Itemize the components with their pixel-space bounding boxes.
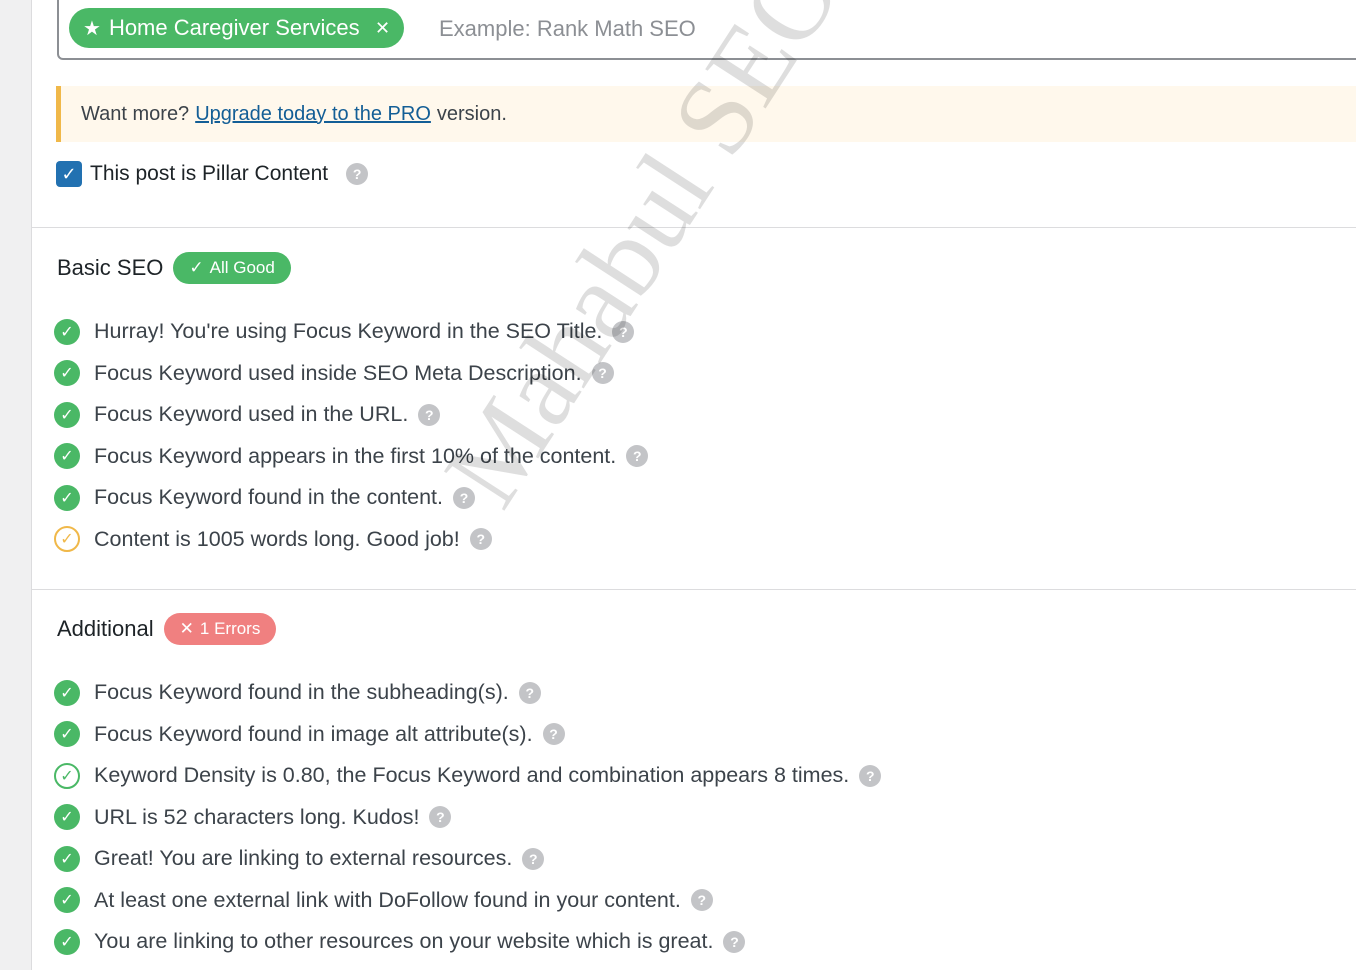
help-icon[interactable]: ? bbox=[518, 681, 541, 704]
list-item: ✓ Focus Keyword used in the URL.? bbox=[54, 394, 648, 436]
help-icon[interactable]: ? bbox=[522, 847, 545, 870]
list-item: ✓ Keyword Density is 0.80, the Focus Keyw… bbox=[54, 755, 882, 797]
item-text: Focus Keyword used in the URL. bbox=[94, 402, 409, 427]
help-icon[interactable]: ? bbox=[542, 723, 565, 746]
list-item: ✓ Focus Keyword found in the content.? bbox=[54, 477, 648, 519]
help-icon[interactable]: ? bbox=[626, 445, 649, 468]
keyword-placeholder[interactable]: Example: Rank Math SEO bbox=[439, 16, 696, 42]
notice-prefix: Want more? bbox=[81, 102, 190, 125]
list-item: ✓ You are linking to other resources on y… bbox=[54, 921, 881, 963]
item-text: Focus Keyword found in image alt attribu… bbox=[94, 721, 533, 746]
item-text: Keyword Density is 0.80, the Focus Keywo… bbox=[94, 763, 850, 788]
check-circle-icon: ✓ bbox=[54, 887, 80, 914]
check-circle-icon: ✓ bbox=[54, 443, 80, 470]
badge-label: 1 Errors bbox=[199, 619, 261, 638]
check-circle-icon: ✓ bbox=[54, 845, 80, 872]
help-icon[interactable]: ? bbox=[469, 528, 492, 551]
section-title: Additional bbox=[57, 616, 154, 641]
item-text: Focus Keyword used inside SEO Meta Descr… bbox=[94, 360, 582, 385]
divider bbox=[32, 227, 1356, 228]
basic-seo-header[interactable]: Basic SEO ✓ All Good bbox=[57, 252, 291, 284]
basic-seo-list: ✓ Hurray! You're using Focus Keyword in t… bbox=[54, 311, 649, 561]
help-icon[interactable]: ? bbox=[418, 403, 441, 426]
check-circle-icon: ✓ bbox=[54, 721, 80, 748]
item-text: Content is 1005 words long. Good job! bbox=[94, 526, 460, 551]
check-circle-icon: ✓ bbox=[54, 360, 80, 387]
star-icon[interactable]: ★ bbox=[83, 16, 101, 41]
divider bbox=[32, 589, 1356, 590]
item-text: Focus Keyword found in the content. bbox=[94, 485, 443, 510]
item-text: Hurray! You're using Focus Keyword in th… bbox=[94, 319, 603, 344]
list-item: ✓ Focus Keyword found in the subheading(s… bbox=[54, 672, 881, 714]
check-circle-outline-icon: ✓ bbox=[54, 762, 80, 789]
list-item: ✓ Focus Keyword used inside SEO Meta Desc… bbox=[54, 353, 648, 395]
additional-list: ✓ Focus Keyword found in the subheading(s… bbox=[54, 672, 882, 963]
help-icon[interactable]: ? bbox=[612, 320, 635, 343]
section-title: Basic SEO bbox=[57, 255, 164, 280]
remove-keyword-icon[interactable]: ✕ bbox=[372, 17, 394, 39]
error-x-icon: ✕ bbox=[179, 619, 194, 638]
check-circle-icon: ✓ bbox=[54, 318, 80, 345]
pillar-checkbox[interactable]: ✓ bbox=[56, 161, 82, 187]
focus-keyword-input[interactable]: ★ Home Caregiver Services ✕ Example: Ran… bbox=[57, 0, 1356, 60]
item-text: At least one external link with DoFollow… bbox=[94, 887, 681, 912]
seo-panel: ★ Home Caregiver Services ✕ Example: Ran… bbox=[31, 0, 1356, 970]
keyword-tag: ★ Home Caregiver Services ✕ bbox=[69, 8, 404, 48]
check-icon: ✓ bbox=[189, 258, 204, 277]
list-item: ✓ URL is 52 characters long. Kudos!? bbox=[54, 797, 881, 839]
list-item: ✓ Focus Keyword appears in the first 10% … bbox=[54, 436, 649, 478]
upgrade-link[interactable]: Upgrade today to the PRO bbox=[195, 103, 431, 126]
list-item: ✓ At least one external link with DoFollo… bbox=[54, 880, 881, 922]
item-text: Focus Keyword found in the subheading(s)… bbox=[94, 680, 509, 705]
notice-suffix: version. bbox=[436, 102, 507, 125]
help-icon[interactable]: ? bbox=[346, 163, 369, 185]
item-text: Great! You are linking to external resou… bbox=[94, 846, 513, 871]
help-icon[interactable]: ? bbox=[453, 486, 475, 509]
item-text: URL is 52 characters long. Kudos! bbox=[94, 804, 420, 829]
additional-header[interactable]: Additional ✕ 1 Errors bbox=[57, 613, 277, 645]
list-item: ✓ Great! You are linking to external reso… bbox=[54, 838, 881, 880]
check-circle-icon: ✓ bbox=[54, 804, 80, 831]
help-icon[interactable]: ? bbox=[429, 806, 452, 829]
list-item: ✓ Focus Keyword found in image alt attrib… bbox=[54, 714, 881, 756]
help-icon[interactable]: ? bbox=[723, 930, 746, 953]
status-badge: ✕ 1 Errors bbox=[163, 613, 277, 645]
pillar-label[interactable]: This post is Pillar Content bbox=[90, 162, 328, 186]
upgrade-notice: Want more? Upgrade today to the PRO vers… bbox=[56, 86, 1356, 142]
check-circle-icon: ✓ bbox=[54, 679, 80, 706]
item-text: You are linking to other resources on yo… bbox=[94, 929, 714, 954]
list-item: ✓ Hurray! You're using Focus Keyword in t… bbox=[54, 311, 648, 353]
help-icon[interactable]: ? bbox=[859, 764, 882, 787]
help-icon[interactable]: ? bbox=[591, 362, 614, 385]
keyword-tag-label: Home Caregiver Services bbox=[108, 15, 360, 40]
item-text: Focus Keyword appears in the first 10% o… bbox=[94, 443, 617, 468]
check-circle-icon: ✓ bbox=[54, 401, 80, 428]
check-circle-icon: ✓ bbox=[54, 928, 80, 955]
help-icon[interactable]: ? bbox=[690, 889, 713, 912]
badge-label: All Good bbox=[209, 258, 275, 277]
status-badge: ✓ All Good bbox=[173, 252, 291, 284]
list-item: ✓ Content is 1005 words long. Good job!? bbox=[54, 519, 648, 561]
warning-check-icon: ✓ bbox=[54, 526, 80, 553]
check-circle-icon: ✓ bbox=[54, 484, 80, 511]
pillar-content-option: ✓ This post is Pillar Content ? bbox=[56, 161, 369, 187]
